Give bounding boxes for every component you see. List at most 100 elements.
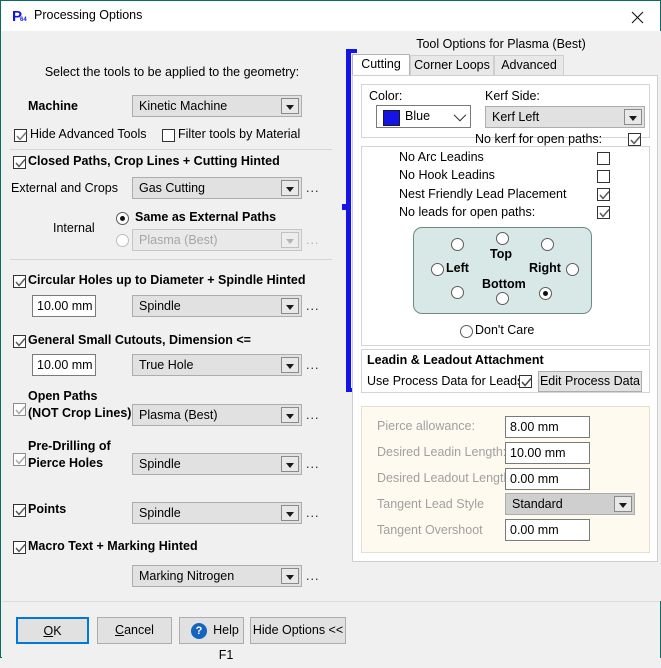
open-paths-tool-combo[interactable]: Plasma (Best) — [132, 404, 302, 426]
pre-drilling-checkbox[interactable] — [13, 453, 26, 466]
selection-connector-bar — [346, 49, 357, 392]
closed-paths-header: Closed Paths, Crop Lines + Cutting Hinte… — [28, 154, 280, 168]
hide-advanced-tools-checkbox[interactable] — [14, 129, 27, 142]
hide-advanced-tools-label[interactable]: Hide Advanced Tools — [30, 127, 147, 141]
chevron-down-icon[interactable] — [281, 505, 299, 521]
external-and-crops-label: External and Crops — [11, 181, 119, 195]
machine-combo[interactable]: Kinetic Machine — [132, 95, 302, 117]
no-leads-open-paths-checkbox[interactable] — [597, 206, 610, 219]
circular-holes-tool-combo[interactable]: Spindle — [132, 295, 302, 317]
points-more-button[interactable]: ... — [306, 506, 319, 520]
internal-tool-combo[interactable]: Plasma (Best) — [132, 229, 302, 251]
small-cutouts-header: General Small Cutouts, Dimension <= — [28, 333, 251, 347]
divider — [10, 149, 332, 150]
check-icon — [599, 191, 610, 200]
ok-button[interactable]: OK — [16, 617, 89, 644]
hide-options-label: Hide Options << — [252, 623, 344, 637]
open-paths-checkbox[interactable] — [13, 403, 26, 416]
closed-paths-checkbox[interactable] — [13, 156, 26, 169]
chevron-down-icon[interactable] — [624, 109, 642, 125]
small-cutouts-checkbox[interactable] — [13, 335, 26, 348]
small-cutouts-more-button[interactable]: ... — [306, 358, 319, 372]
chevron-down-icon[interactable] — [281, 568, 299, 584]
tab-advanced[interactable]: Advanced — [494, 55, 564, 75]
circular-holes-diameter-input[interactable]: 10.00 mm — [32, 295, 96, 317]
chevron-down-icon[interactable] — [281, 357, 299, 373]
desired-leadin-length-input[interactable]: 10.00 mm — [505, 442, 590, 464]
instruction-text: Select the tools to be applied to the ge… — [44, 65, 300, 79]
help-button[interactable]: ? Help F1 — [179, 617, 244, 662]
macro-text-tool-combo[interactable]: Marking Nitrogen — [132, 565, 302, 587]
desired-leadout-length-input[interactable]: 0.00 mm — [505, 468, 590, 490]
tab-cutting[interactable]: Cutting — [352, 54, 410, 75]
color-swatch — [383, 110, 400, 126]
chevron-down-icon[interactable] — [281, 232, 299, 248]
hide-options-button[interactable]: Hide Options << — [250, 617, 346, 644]
points-checkbox[interactable] — [13, 504, 26, 517]
internal-same-as-external-label[interactable]: Same as External Paths — [135, 210, 276, 224]
tab-advanced-label: Advanced — [501, 58, 557, 72]
tab-corner-loops[interactable]: Corner Loops — [410, 55, 494, 75]
filter-tools-by-material-label[interactable]: Filter tools by Material — [178, 127, 300, 141]
lead-pos-top-right-radio[interactable] — [541, 238, 554, 251]
tangent-lead-style-combo[interactable]: Standard — [505, 493, 635, 515]
tangent-overshoot-label: Tangent Overshoot — [377, 523, 483, 537]
color-combo[interactable]: Blue — [376, 105, 471, 128]
pre-drilling-more-button[interactable]: ... — [306, 457, 319, 471]
lead-right-label: Right — [529, 261, 561, 275]
chevron-down-icon[interactable] — [453, 108, 467, 122]
chevron-down-icon[interactable] — [614, 496, 632, 512]
circular-holes-header: Circular Holes up to Diameter + Spindle … — [28, 273, 306, 287]
internal-other-radio[interactable] — [116, 234, 129, 247]
tangent-lead-style-value: Standard — [512, 497, 563, 511]
circular-holes-more-button[interactable]: ... — [306, 299, 319, 313]
lead-pos-bottom-right-radio[interactable] — [539, 287, 552, 300]
points-tool-combo[interactable]: Spindle — [132, 502, 302, 524]
window-title: Processing Options — [34, 8, 143, 22]
external-and-crops-more-button[interactable]: ... — [306, 181, 319, 195]
tangent-overshoot-input[interactable]: 0.00 mm — [505, 519, 590, 541]
chevron-down-icon[interactable] — [281, 456, 299, 472]
macro-text-more-button[interactable]: ... — [306, 569, 319, 583]
dont-care-radio[interactable] — [460, 325, 473, 338]
no-arc-leadins-checkbox[interactable] — [597, 152, 610, 165]
no-arc-leadins-label: No Arc Leadins — [399, 150, 484, 164]
filter-tools-by-material-checkbox[interactable] — [162, 129, 175, 142]
small-cutouts-tool-combo[interactable]: True Hole — [132, 354, 302, 376]
cancel-button[interactable]: Cancel — [97, 617, 172, 644]
chevron-down-icon[interactable] — [281, 407, 299, 423]
pierce-allowance-input[interactable]: 8.00 mm — [505, 416, 590, 438]
no-hook-leadins-label: No Hook Leadins — [399, 168, 495, 182]
circular-holes-checkbox[interactable] — [13, 275, 26, 288]
lead-pos-top-center-radio[interactable] — [496, 232, 509, 245]
chevron-down-icon[interactable] — [281, 98, 299, 114]
internal-tool-value: Plasma (Best) — [139, 233, 218, 247]
external-and-crops-combo[interactable]: Gas Cutting — [132, 177, 302, 199]
no-kerf-open-paths-checkbox[interactable] — [628, 133, 641, 146]
machine-label: Machine — [28, 99, 79, 113]
pre-drilling-tool-combo[interactable]: Spindle — [132, 453, 302, 475]
edit-process-data-button[interactable]: Edit Process Data — [538, 371, 642, 392]
close-button[interactable] — [615, 1, 660, 30]
lead-pos-bottom-center-radio[interactable] — [496, 292, 509, 305]
lead-pos-mid-right-radio[interactable] — [566, 263, 579, 276]
lead-pos-mid-left-radio[interactable] — [431, 263, 444, 276]
internal-same-as-external-radio[interactable] — [116, 212, 129, 225]
dont-care-label[interactable]: Don't Care — [475, 323, 534, 337]
help-label: Help F1 — [213, 623, 239, 662]
no-kerf-open-paths-label: No kerf for open paths: — [475, 132, 603, 146]
nest-friendly-lead-placement-checkbox[interactable] — [597, 188, 610, 201]
close-icon — [631, 11, 644, 24]
chevron-down-icon[interactable] — [281, 180, 299, 196]
lead-pos-top-left-radio[interactable] — [451, 238, 464, 251]
lead-pos-bottom-left-radio[interactable] — [451, 286, 464, 299]
divider — [10, 259, 332, 260]
open-paths-more-button[interactable]: ... — [306, 408, 319, 422]
internal-tool-more-button[interactable]: ... — [306, 233, 319, 247]
no-hook-leadins-checkbox[interactable] — [597, 170, 610, 183]
small-cutouts-dimension-input[interactable]: 10.00 mm — [32, 354, 96, 376]
macro-text-checkbox[interactable] — [13, 541, 26, 554]
use-process-data-checkbox[interactable] — [519, 375, 532, 388]
chevron-down-icon[interactable] — [281, 298, 299, 314]
kerf-side-combo[interactable]: Kerf Left — [485, 106, 645, 128]
